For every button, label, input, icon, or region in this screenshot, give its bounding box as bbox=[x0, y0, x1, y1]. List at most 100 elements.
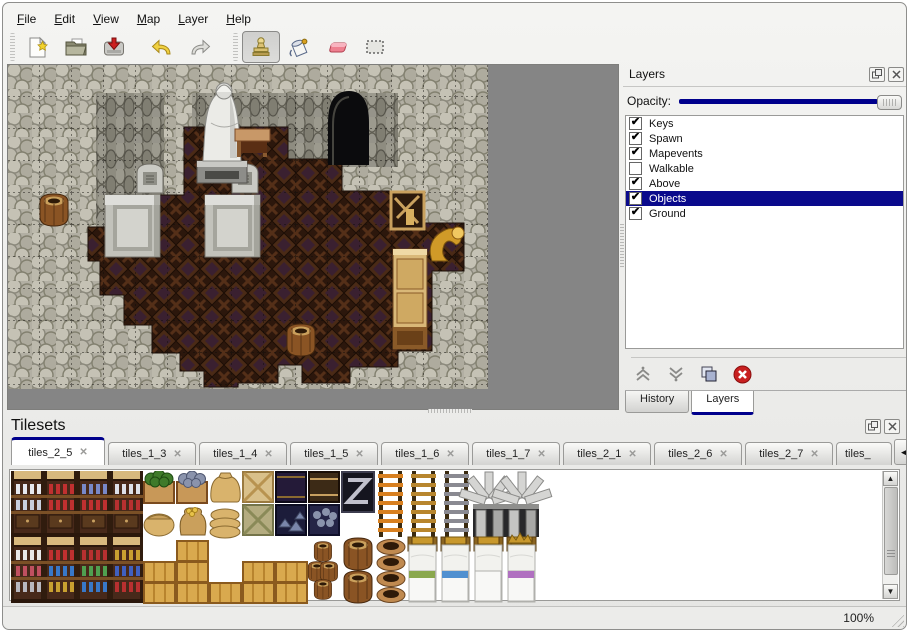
tileset-tab-tiles_1_6[interactable]: tiles_1_6 ✕ bbox=[381, 442, 469, 465]
layer-row-walkable[interactable]: Walkable bbox=[626, 161, 903, 176]
layers-panel-title: Layers bbox=[629, 67, 665, 81]
tab-layers[interactable]: Layers bbox=[691, 391, 754, 415]
layer-checkbox[interactable]: ✔ bbox=[629, 207, 642, 220]
float-panel-button[interactable] bbox=[865, 419, 881, 434]
resize-grip[interactable] bbox=[890, 613, 904, 627]
layer-row-objects[interactable]: ✔ Objects bbox=[626, 191, 903, 206]
undo-button[interactable] bbox=[143, 31, 181, 63]
menu-view[interactable]: View bbox=[84, 9, 128, 29]
redo-arrow-icon bbox=[188, 35, 212, 59]
tileset-tab-tiles_1_4[interactable]: tiles_1_4 ✕ bbox=[199, 442, 287, 465]
tileset-tab-tiles_1_5[interactable]: tiles_1_5 ✕ bbox=[290, 442, 378, 465]
toolbar bbox=[8, 30, 901, 64]
chevron-up-icon bbox=[634, 365, 652, 383]
menu-help[interactable]: Help bbox=[217, 9, 260, 29]
toolbar-drag-handle[interactable] bbox=[233, 33, 238, 61]
layer-checkbox[interactable]: ✔ bbox=[629, 132, 642, 145]
stone-pedestal bbox=[205, 195, 260, 257]
tilesets-panel-title: Tilesets bbox=[11, 417, 66, 435]
layer-checkbox[interactable] bbox=[629, 162, 642, 175]
menu-map[interactable]: Map bbox=[128, 9, 169, 29]
close-tab-icon[interactable]: ✕ bbox=[537, 449, 545, 460]
redo-button[interactable] bbox=[181, 31, 219, 63]
tab-scroll-left-button[interactable]: ◀ bbox=[894, 439, 907, 465]
opacity-slider[interactable] bbox=[679, 94, 902, 109]
move-layer-down-button[interactable] bbox=[664, 364, 688, 384]
tileset-tab-clipped[interactable]: tiles_ bbox=[836, 442, 892, 465]
tileset-tab-tiles_2_6[interactable]: tiles_2_6 ✕ bbox=[654, 442, 742, 465]
fill-tool-button[interactable] bbox=[280, 31, 318, 63]
layer-checkbox[interactable]: ✔ bbox=[629, 192, 642, 205]
menu-file[interactable]: File bbox=[8, 9, 45, 29]
close-tab-icon[interactable]: ✕ bbox=[173, 449, 181, 460]
zoom-level: 100% bbox=[843, 611, 874, 625]
layer-row-spawn[interactable]: ✔ Spawn bbox=[626, 131, 903, 146]
layer-row-mapevents[interactable]: ✔ Mapevents bbox=[626, 146, 903, 161]
close-tab-icon[interactable]: ✕ bbox=[628, 449, 636, 460]
tileset-tab-tiles_1_3[interactable]: tiles_1_3 ✕ bbox=[108, 442, 196, 465]
float-panel-button[interactable] bbox=[869, 67, 885, 82]
duplicate-icon bbox=[700, 365, 718, 383]
layer-checkbox[interactable]: ✔ bbox=[629, 117, 642, 130]
layer-list: ✔ Keys ✔ Spawn ✔ Mapevents Walkable ✔ Ab… bbox=[625, 115, 904, 349]
move-layer-up-button[interactable] bbox=[631, 364, 655, 384]
horizontal-splitter[interactable] bbox=[428, 409, 472, 413]
scroll-down-arrow[interactable]: ▼ bbox=[883, 584, 898, 599]
menu-edit[interactable]: Edit bbox=[45, 9, 84, 29]
tileset-tab-bar: tiles_2_5 ✕ tiles_1_3 ✕ tiles_1_4 ✕ tile… bbox=[11, 437, 900, 465]
close-icon bbox=[892, 70, 901, 79]
cave-entrance bbox=[328, 91, 369, 165]
tileset-canvas[interactable] bbox=[11, 471, 879, 604]
float-icon bbox=[872, 69, 882, 79]
layer-row-ground[interactable]: ✔ Ground bbox=[626, 206, 903, 221]
layer-row-above[interactable]: ✔ Above bbox=[626, 176, 903, 191]
duplicate-layer-button[interactable] bbox=[697, 364, 721, 384]
paint-can-icon bbox=[287, 35, 311, 59]
eraser-tool-button[interactable] bbox=[318, 31, 356, 63]
undo-arrow-icon bbox=[150, 35, 174, 59]
scroll-up-arrow[interactable]: ▲ bbox=[883, 471, 898, 486]
tileset-view: ▲ ▼ bbox=[9, 469, 900, 601]
selection-rect-icon bbox=[363, 35, 387, 59]
new-file-icon bbox=[26, 35, 50, 59]
close-panel-button[interactable] bbox=[888, 67, 904, 82]
stamp-tool-button[interactable] bbox=[242, 31, 280, 63]
tileset-tab-tiles_2_7[interactable]: tiles_2_7 ✕ bbox=[745, 442, 833, 465]
open-button[interactable] bbox=[57, 31, 95, 63]
menu-layer[interactable]: Layer bbox=[169, 9, 217, 29]
chevron-down-icon bbox=[667, 365, 685, 383]
delete-layer-button[interactable] bbox=[730, 364, 754, 384]
close-tab-icon[interactable]: ✕ bbox=[355, 449, 363, 460]
opacity-slider-fill bbox=[679, 99, 878, 104]
layer-row-keys[interactable]: ✔ Keys bbox=[626, 116, 903, 131]
layer-checkbox[interactable]: ✔ bbox=[629, 177, 642, 190]
crate bbox=[391, 192, 424, 229]
close-tab-icon[interactable]: ✕ bbox=[446, 449, 454, 460]
close-tab-icon[interactable]: ✕ bbox=[810, 449, 818, 460]
tileset-scrollbar[interactable]: ▲ ▼ bbox=[882, 471, 898, 599]
close-tab-icon[interactable]: ✕ bbox=[719, 449, 727, 460]
close-tab-icon[interactable]: ✕ bbox=[264, 449, 272, 460]
float-icon bbox=[868, 421, 878, 431]
close-tab-icon[interactable]: ✕ bbox=[79, 447, 87, 458]
new-button[interactable] bbox=[19, 31, 57, 63]
wooden-table bbox=[235, 129, 270, 157]
scrollbar-thumb[interactable] bbox=[884, 487, 898, 575]
toolbar-drag-handle[interactable] bbox=[10, 33, 15, 61]
tileset-tab-tiles_2_5[interactable]: tiles_2_5 ✕ bbox=[11, 437, 105, 465]
close-icon bbox=[888, 422, 897, 431]
tileset-tab-tiles_2_1[interactable]: tiles_2_1 ✕ bbox=[563, 442, 651, 465]
map-canvas[interactable] bbox=[8, 65, 616, 406]
select-tool-button[interactable] bbox=[356, 31, 394, 63]
layers-panel: Layers Opacity: ✔ bbox=[623, 64, 906, 410]
open-folder-icon bbox=[64, 35, 88, 59]
opacity-slider-handle[interactable] bbox=[877, 95, 902, 110]
layer-checkbox[interactable]: ✔ bbox=[629, 147, 642, 160]
tab-history[interactable]: History bbox=[625, 391, 689, 413]
opacity-label: Opacity: bbox=[627, 94, 671, 108]
close-panel-button[interactable] bbox=[884, 419, 900, 434]
app-window: File Edit View Map Layer Help bbox=[2, 2, 907, 630]
tileset-tab-tiles_1_7[interactable]: tiles_1_7 ✕ bbox=[472, 442, 560, 465]
save-button[interactable] bbox=[95, 31, 133, 63]
save-icon bbox=[102, 35, 126, 59]
